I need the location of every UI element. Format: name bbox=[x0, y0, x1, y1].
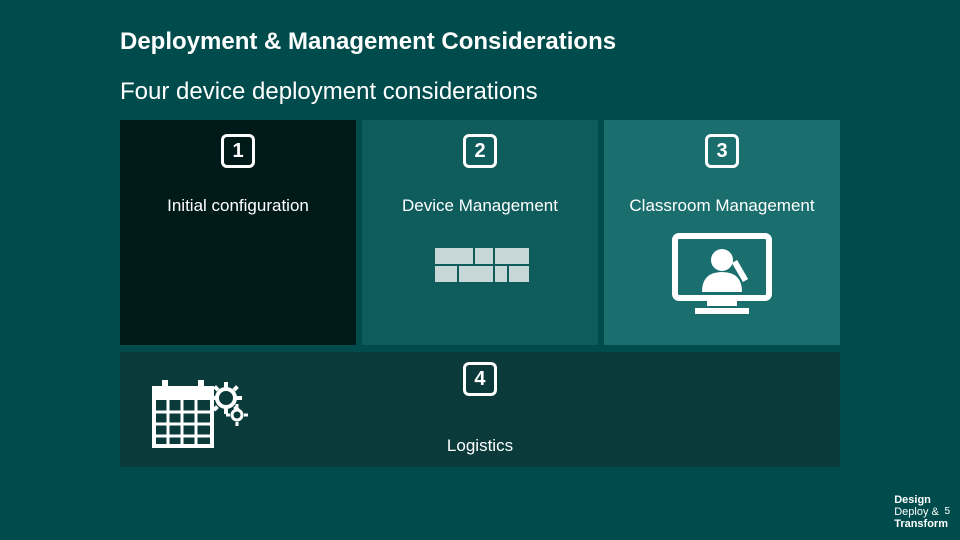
tile-label-4: Logistics bbox=[447, 436, 513, 456]
number-badge-1-icon: 1 bbox=[221, 134, 255, 168]
number-2: 2 bbox=[474, 140, 485, 163]
number-badge-3-icon: 3 bbox=[705, 134, 739, 168]
footer-line-2: Deploy & bbox=[894, 506, 948, 518]
page-number: 5 bbox=[944, 506, 950, 517]
number-4: 4 bbox=[474, 368, 485, 391]
number-1: 1 bbox=[232, 140, 243, 163]
footer-line-3: Transform bbox=[894, 518, 948, 530]
teacher-monitor-icon bbox=[667, 230, 777, 325]
tile-label-3: Classroom Management bbox=[629, 196, 814, 216]
start-screen-tiles-icon bbox=[435, 230, 525, 280]
tile-initial-configuration: 1 Initial configuration bbox=[120, 120, 356, 345]
number-badge-2-icon: 2 bbox=[463, 134, 497, 168]
tile-label-1: Initial configuration bbox=[167, 196, 309, 216]
footer-line-1: Design bbox=[894, 494, 948, 506]
number-badge-4-icon: 4 bbox=[463, 362, 497, 396]
slide: Deployment & Management Considerations F… bbox=[0, 0, 960, 540]
tiles-row: 1 Initial configuration 2 Device Managem… bbox=[120, 120, 840, 345]
tile-label-2: Device Management bbox=[402, 196, 558, 216]
tile-classroom-management: 3 Classroom Management bbox=[604, 120, 840, 345]
tile-device-management: 2 Device Management bbox=[362, 120, 598, 345]
slide-title: Deployment & Management Considerations bbox=[120, 28, 616, 56]
number-3: 3 bbox=[716, 140, 727, 163]
footer-branding: Design Deploy & Transform 5 bbox=[894, 494, 948, 530]
calendar-gears-icon bbox=[150, 368, 250, 463]
slide-subtitle: Four device deployment considerations bbox=[120, 78, 538, 106]
